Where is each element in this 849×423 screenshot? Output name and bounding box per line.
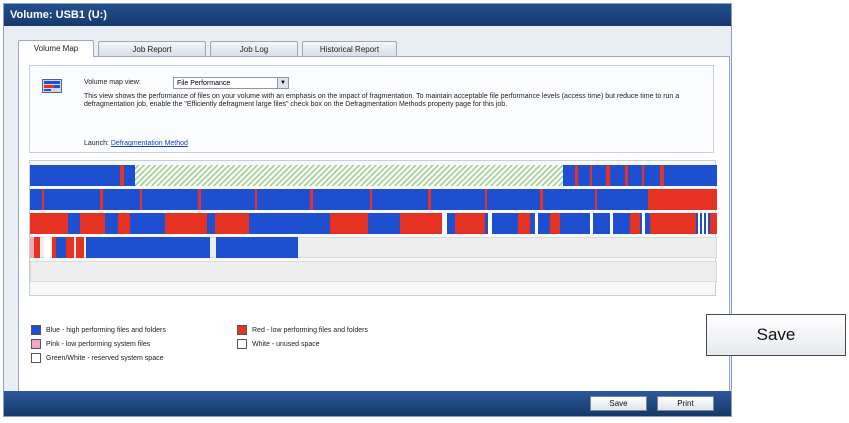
view-description: This view shows the performance of files… [84,93,680,108]
save-button[interactable]: Save [590,396,647,411]
tab-historical-report[interactable]: Historical Report [302,41,397,56]
map-row-5 [30,261,717,282]
volume-map-panel: Volume map view: File Performance ▼ This… [18,56,730,394]
tab-volume-map[interactable]: Volume Map [18,40,94,57]
view-select[interactable]: File Performance ▼ [173,77,289,89]
map-row-3 [30,213,717,234]
legend-swatch-blue [31,325,41,335]
legend-item-white: White - unused space [237,339,320,349]
button-bar: Save Print [4,391,731,416]
view-description-box: Volume map view: File Performance ▼ This… [29,65,714,153]
legend-item-pink: Pink - low performing system files [31,339,150,349]
save-button-large[interactable]: Save [706,314,846,356]
volume-map-icon [42,79,62,93]
legend-item-red: Red - low performing files and folders [237,325,368,335]
legend-swatch-white [237,339,247,349]
launch-label: Launch: [84,140,109,147]
tab-job-log[interactable]: Job Log [210,41,298,56]
map-row-1 [30,165,717,186]
legend-swatch-pink [31,339,41,349]
chevron-down-icon[interactable]: ▼ [277,78,288,88]
volume-window: Volume: USB1 (U:) Volume Map Job Report … [3,3,732,417]
view-select-value: File Performance [177,80,231,87]
legend-swatch-red [237,325,247,335]
volume-map [29,160,717,296]
launch-line: Launch: Defragmentation Method [84,140,188,147]
legend-item-green-white: Green/White - reserved system space [31,353,164,363]
print-button[interactable]: Print [657,396,714,411]
map-row-4 [30,237,717,258]
view-label: Volume map view: [84,79,141,86]
legend-swatch-green-white [31,353,41,363]
map-row-2 [30,189,717,210]
tab-job-report[interactable]: Job Report [98,41,206,56]
defragmentation-method-link[interactable]: Defragmentation Method [111,140,188,147]
legend-item-blue: Blue - high performing files and folders [31,325,166,335]
window-title: Volume: USB1 (U:) [4,4,731,26]
